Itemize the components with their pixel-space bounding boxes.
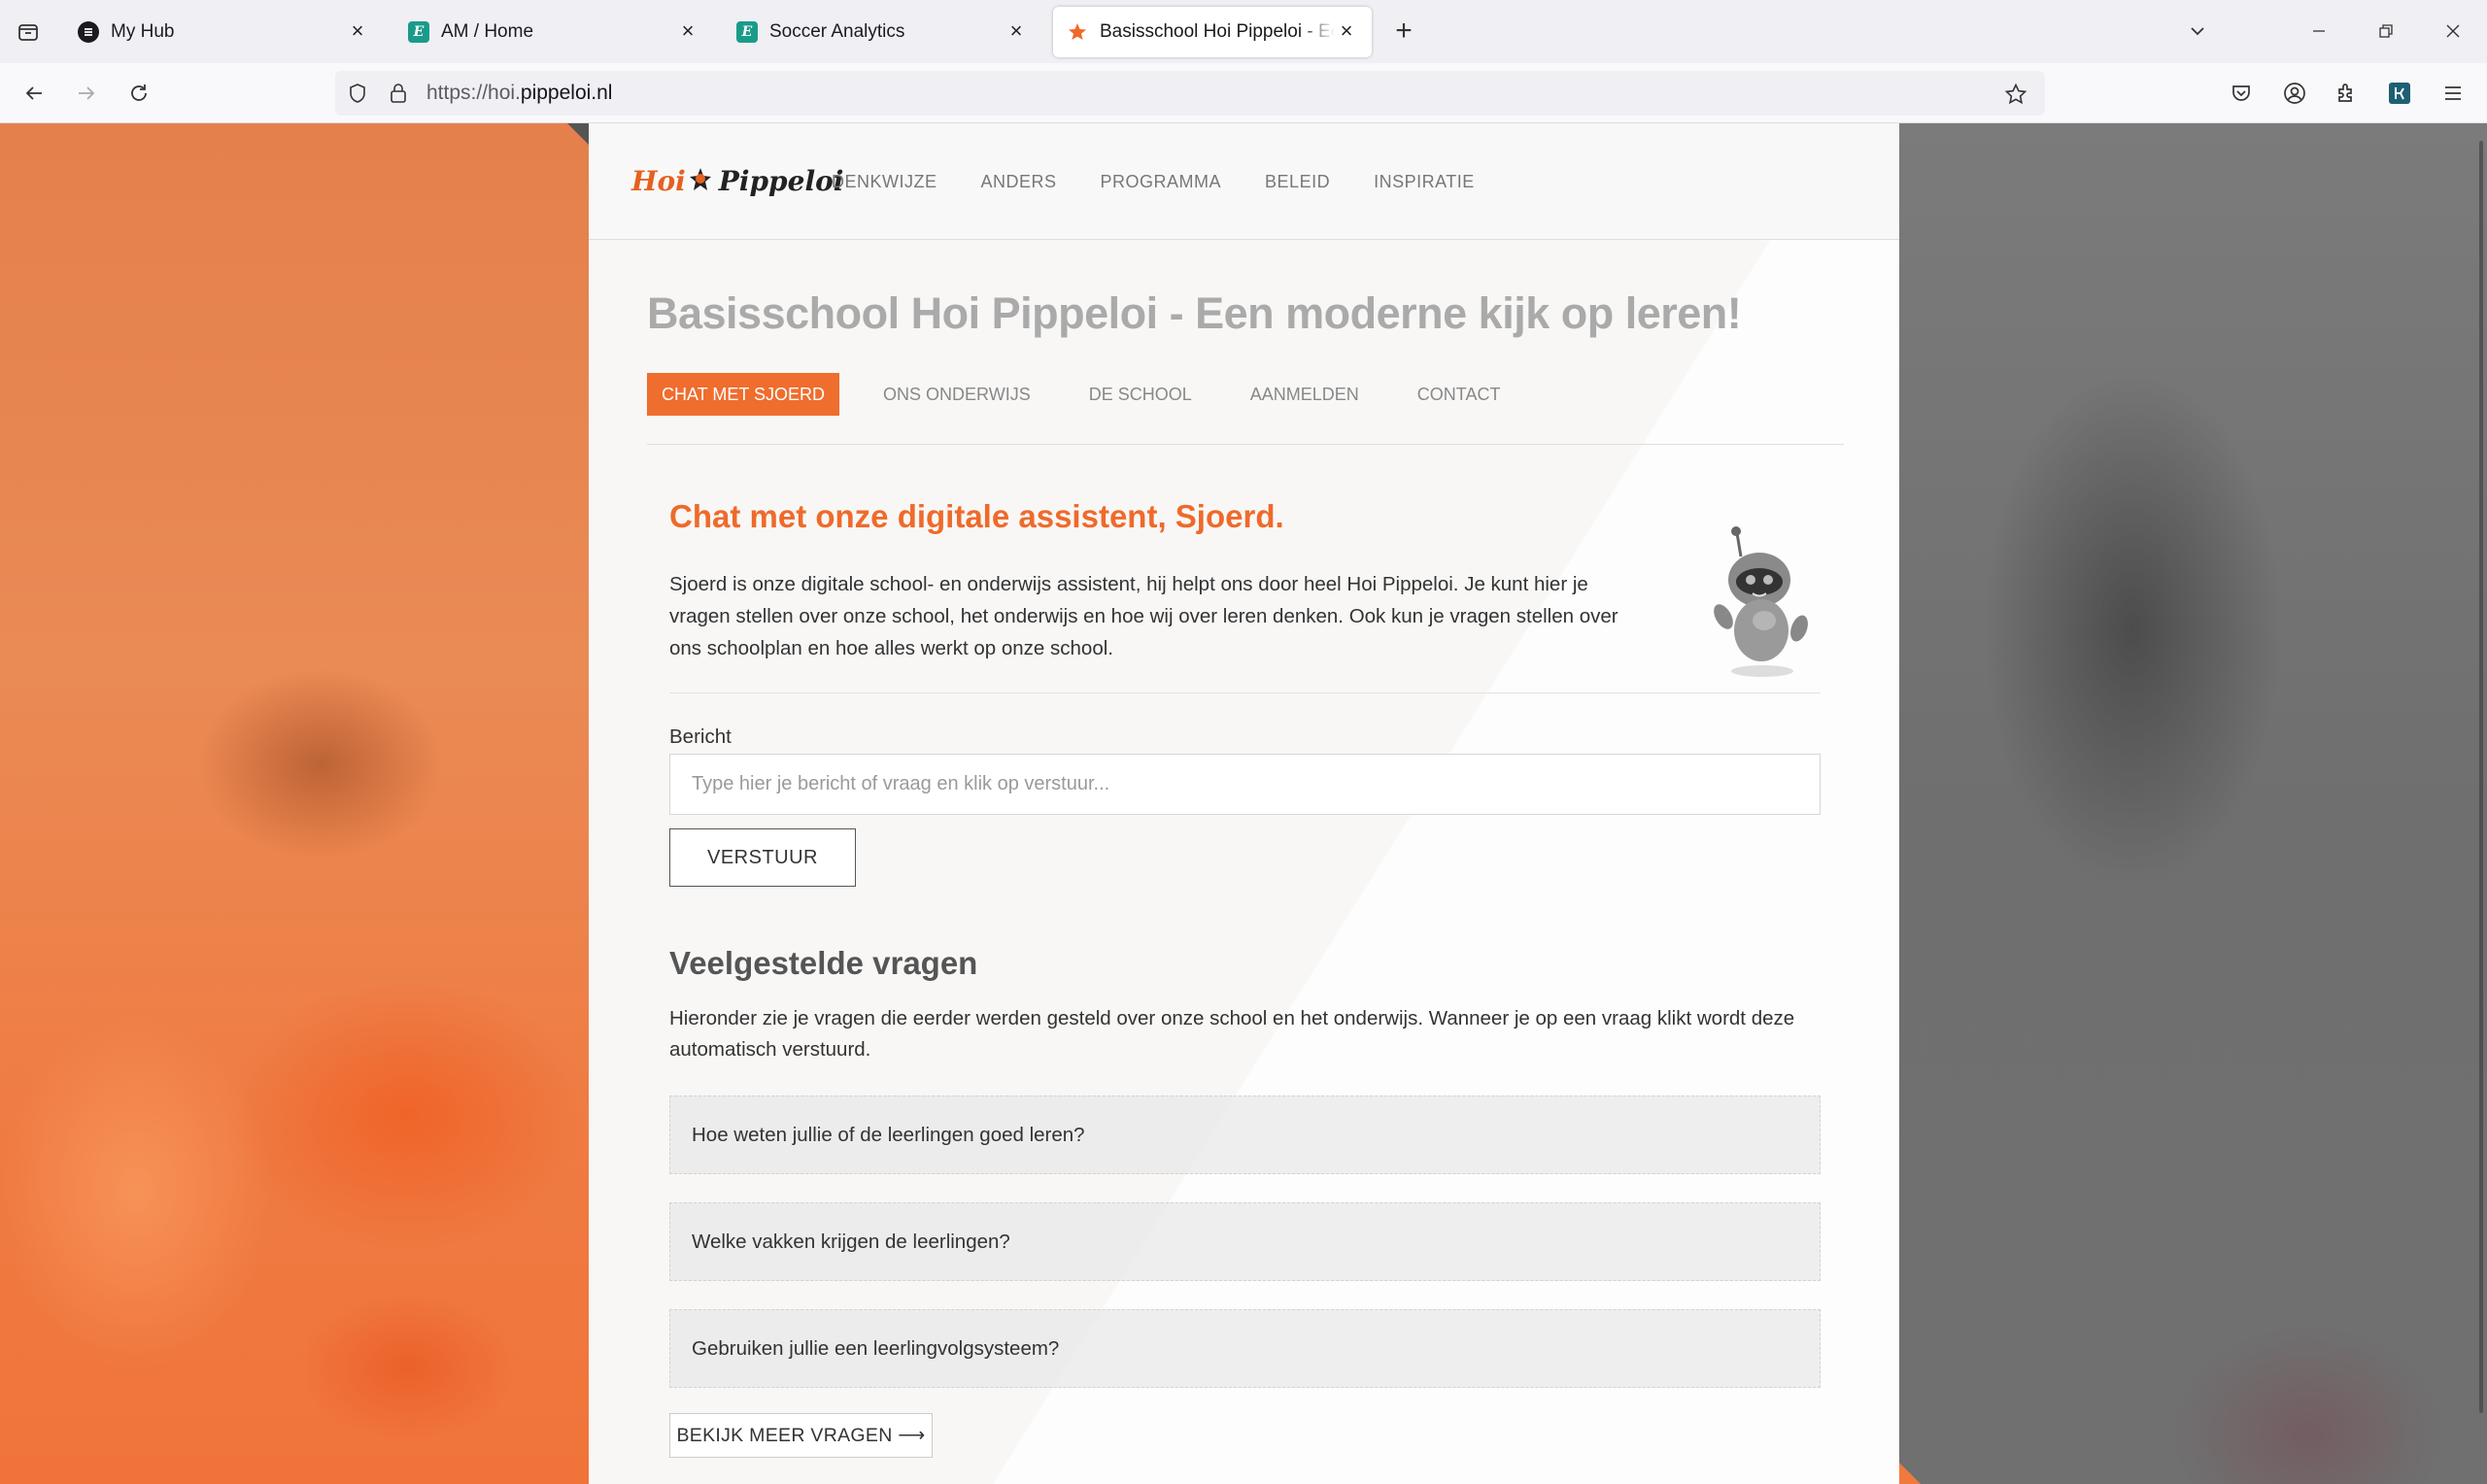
tab-bar: My Hub × E AM / Home × E Soccer Analytic… [0,0,2487,63]
minimize-icon[interactable] [2300,14,2338,49]
list-all-tabs-icon[interactable] [2178,14,2217,49]
logo-mascot-icon [689,168,711,190]
tab-my-hub[interactable]: My Hub × [64,7,383,57]
divider [647,444,1844,445]
subnav-de-school[interactable]: DE SCHOOL [1074,373,1207,416]
tab-title: Basisschool Hoi Pippeloi - Een moderne k… [1100,21,1335,42]
nav-item-anders[interactable]: ANDERS [981,172,1057,192]
forward-icon[interactable] [70,77,103,110]
send-button[interactable]: VERSTUUR [669,828,856,887]
tab-am-home[interactable]: E AM / Home × [394,7,713,57]
new-tab-icon[interactable]: + [1389,17,1418,47]
chat-title: Chat met onze digitale assistent, Sjoerd… [669,498,1284,534]
site-header: Hoi Pippeloi DENKWIJZE ANDERS PROGRAMMA … [589,123,1899,240]
tab-list-icon[interactable] [14,17,43,47]
close-tab-icon[interactable]: × [346,20,369,44]
e-icon: E [736,21,758,43]
bookmark-star-icon[interactable] [2002,81,2029,108]
page-title: Basisschool Hoi Pippeloi - Een moderne k… [647,288,1742,338]
message-input[interactable] [669,754,1821,815]
subnav-aanmelden[interactable]: AANMELDEN [1236,373,1374,416]
pippeloi-icon [1067,21,1088,43]
subnav-chat-met-sjoerd[interactable]: CHAT MET SJOERD [647,373,840,416]
main-nav: DENKWIJZE ANDERS PROGRAMMA BELEID INSPIR… [832,172,1475,192]
lock-icon[interactable] [386,81,411,106]
account-icon[interactable] [2280,79,2309,108]
background-photo-right [1899,123,2487,1484]
faq-question[interactable]: Gebruiken jullie een leerlingvolgsysteem… [669,1309,1821,1388]
scrollbar[interactable] [2479,141,2483,1413]
background-photo-left [0,123,589,1484]
site-logo[interactable]: Hoi Pippeloi [631,156,843,205]
url-bar[interactable]: https://hoi.pippeloi.nl [335,71,2045,116]
nav-item-denkwijze[interactable]: DENKWIJZE [832,172,937,192]
close-window-icon[interactable] [2434,14,2472,49]
hub-icon [78,21,99,43]
tab-title: Soccer Analytics [769,21,905,42]
close-tab-icon[interactable]: × [676,20,699,44]
extensions-icon[interactable] [2333,79,2362,108]
nav-item-beleid[interactable]: BELEID [1265,172,1330,192]
close-tab-icon[interactable]: × [1005,20,1028,44]
shield-icon[interactable] [345,81,370,106]
message-label: Bericht [669,725,732,748]
robot-assistant-icon [1714,526,1808,677]
pocket-icon[interactable] [2227,79,2256,108]
chat-description: Sjoerd is onze digitale school- en onder… [669,573,1618,659]
subnav-contact[interactable]: CONTACT [1403,373,1516,416]
close-tab-icon[interactable]: × [1335,20,1358,44]
e-icon: E [408,21,429,43]
tab-soccer-analytics[interactable]: E Soccer Analytics × [723,7,1041,57]
subnav-ons-onderwijs[interactable]: ONS ONDERWIJS [869,373,1045,416]
tab-title: My Hub [111,21,175,42]
reload-icon[interactable] [122,77,155,110]
back-icon[interactable] [17,77,51,110]
nav-item-inspiratie[interactable]: INSPIRATIE [1374,172,1475,192]
nav-item-programma[interactable]: PROGRAMMA [1101,172,1222,192]
menu-icon[interactable] [2438,79,2468,108]
faq-question[interactable]: Welke vakken krijgen de leerlingen? [669,1202,1821,1281]
page-viewport: Hoi Pippeloi DENKWIJZE ANDERS PROGRAMMA … [0,123,2487,1484]
extension-h-icon[interactable] [2385,79,2414,108]
restore-icon[interactable] [2367,14,2405,49]
tab-hoi-pippeloi[interactable]: Basisschool Hoi Pippeloi - Een moderne k… [1053,7,1372,57]
more-questions-button[interactable]: BEKIJK MEER VRAGEN ⟶ [669,1413,933,1458]
faq-title: Veelgestelde vragen [669,945,978,981]
main-content: Hoi Pippeloi DENKWIJZE ANDERS PROGRAMMA … [589,123,1899,1484]
faq-question[interactable]: Hoe weten jullie of de leerlingen goed l… [669,1096,1821,1174]
url-text[interactable]: https://hoi.pippeloi.nl [426,82,612,105]
faq-description: Hieronder zie je vragen die eerder werde… [669,1007,1795,1061]
divider [669,692,1821,693]
tab-title: AM / Home [441,21,534,42]
sub-nav: CHAT MET SJOERD ONS ONDERWIJS DE SCHOOL … [647,373,1544,416]
navigation-toolbar: https://hoi.pippeloi.nl [0,63,2487,123]
